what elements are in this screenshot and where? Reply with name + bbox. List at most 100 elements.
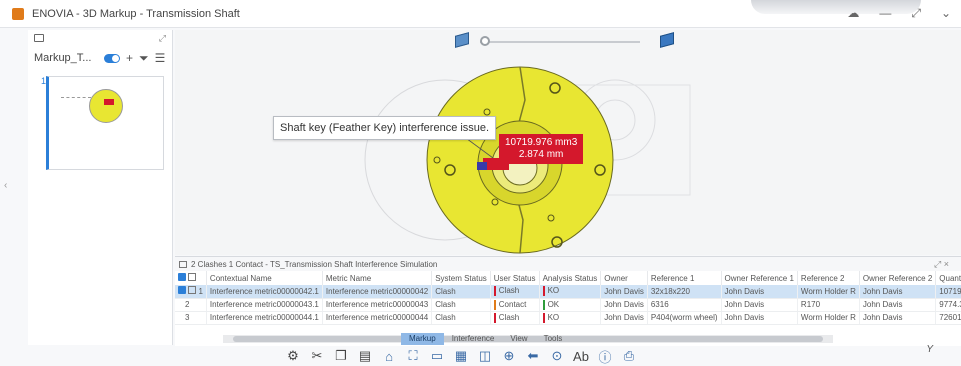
column-header[interactable]: Quantifier: [935, 271, 961, 285]
results-icon: [179, 260, 187, 268]
panel-expand-icon[interactable]: ⤢ ×: [934, 259, 949, 270]
maximize-icon[interactable]: ⤢: [911, 6, 921, 21]
3d-viewport[interactable]: Shaft key (Feather Key) interference iss…: [175, 30, 961, 255]
markup-thumbnail[interactable]: [46, 76, 164, 170]
markup-panel-header: ⤢: [28, 30, 172, 46]
tab-view[interactable]: View: [502, 333, 535, 345]
cell-owner-reference-1: John Davis: [721, 298, 798, 312]
info-icon[interactable]: ⓘ: [595, 347, 615, 365]
row-checkbox[interactable]: [178, 286, 186, 295]
window-title: ENOVIA - 3D Markup - Transmission Shaft: [32, 7, 240, 20]
cell-user-status[interactable]: Clash: [490, 311, 540, 325]
text-annotation-icon[interactable]: Ab: [571, 347, 591, 365]
cell-metric-name: Interference metric00000043: [322, 298, 433, 312]
column-header[interactable]: Reference 2: [797, 271, 860, 285]
select-all-column[interactable]: [175, 271, 207, 285]
cell-analysis-status[interactable]: KO: [539, 311, 602, 325]
panel-icon[interactable]: [34, 34, 44, 42]
column-header[interactable]: Analysis Status: [539, 271, 602, 285]
cell-user-status[interactable]: Clash: [490, 285, 540, 299]
collapse-handle-icon[interactable]: ‹: [4, 180, 7, 191]
menu-icon[interactable]: ☰: [155, 51, 166, 65]
cell-analysis-status[interactable]: OK: [539, 298, 602, 312]
cell-reference-2: Worm Holder R: [797, 285, 860, 299]
tab-tools[interactable]: Tools: [536, 333, 571, 345]
export-icon[interactable]: ⎙: [619, 347, 639, 365]
cell-system-status: Clash: [431, 311, 491, 325]
cell-reference-2: Worm Holder R: [797, 311, 860, 325]
3d-view-icon[interactable]: ◫: [475, 347, 495, 365]
table-row[interactable]: 1 Interference metric00000042.1 Interfer…: [175, 285, 961, 299]
table-row[interactable]: 3 Interference metric00000044.1 Interfer…: [175, 311, 961, 325]
row-index: 3: [185, 313, 190, 322]
measure-volume: 10719.976 mm3: [505, 137, 578, 148]
column-header[interactable]: Metric Name: [322, 271, 433, 285]
status-indicator: [542, 286, 545, 297]
add-icon[interactable]: +: [126, 51, 133, 65]
table-icon[interactable]: ▦: [451, 347, 471, 365]
cell-owner-reference-1: John Davis: [721, 311, 798, 325]
compass-icon[interactable]: ⚙: [283, 347, 303, 365]
filter-icon[interactable]: ⏷: [139, 51, 149, 66]
axis-y-icon: Y: [926, 344, 933, 355]
select-all-checkbox[interactable]: [178, 273, 186, 281]
sectioning-icon[interactable]: ⊙: [547, 347, 567, 365]
markup-panel: ⤢ Markup_T... + ⏷ ☰ 1: [28, 30, 173, 345]
cloud-icon[interactable]: ☁: [847, 6, 859, 21]
cell-contextual-name[interactable]: Interference metric00000043.1: [206, 298, 323, 312]
table-header-row: Contextual Name Metric Name System Statu…: [175, 271, 961, 285]
markup-annotation[interactable]: Shaft key (Feather Key) interference iss…: [273, 116, 497, 140]
row-select-cell[interactable]: 3: [175, 311, 207, 325]
table-row[interactable]: 2 Interference metric00000043.1 Interfer…: [175, 298, 961, 312]
cell-owner-reference-2: John Davis: [859, 298, 937, 312]
column-header[interactable]: Contextual Name: [206, 271, 323, 285]
analysis-status-value: OK: [547, 299, 560, 309]
row-select-cell[interactable]: 2: [175, 298, 207, 312]
status-indicator: [542, 312, 545, 323]
row-index: 1: [198, 287, 203, 297]
column-header[interactable]: System Status: [431, 271, 491, 285]
cell-reference-1: P404(worm wheel): [647, 311, 722, 325]
user-status-value: Clash: [498, 286, 520, 296]
cell-reference-2: R170: [797, 298, 860, 312]
column-header[interactable]: Reference 1: [647, 271, 722, 285]
tab-markup[interactable]: Markup: [401, 333, 444, 345]
cell-owner-reference-2: John Davis: [859, 285, 937, 299]
enovia-logo: [12, 7, 24, 20]
minimize-icon[interactable]: —: [879, 6, 891, 21]
dropdown-icon[interactable]: ⌄: [941, 6, 951, 21]
analysis-status-value: KO: [547, 286, 560, 296]
home-icon[interactable]: ⌂: [379, 347, 399, 365]
cell-user-status[interactable]: Contact: [490, 298, 540, 312]
back-arrow-icon[interactable]: ⬅: [523, 347, 543, 365]
cell-quantifier: 10719.976: [935, 285, 961, 299]
expand-icon[interactable]: ⤢: [159, 33, 166, 44]
cell-analysis-status[interactable]: KO: [539, 285, 602, 299]
results-table: Contextual Name Metric Name System Statu…: [175, 271, 961, 325]
cell-contextual-name[interactable]: Interference metric00000042.1: [206, 285, 323, 299]
user-status-value: Contact: [498, 299, 527, 309]
measure-length: 2.874 mm: [518, 149, 564, 160]
paste-icon[interactable]: ▤: [355, 347, 375, 365]
interference-measure[interactable]: 10719.976 mm3 2.874 mm: [499, 134, 584, 164]
column-header[interactable]: User Status: [490, 271, 540, 285]
visibility-toggle[interactable]: [104, 53, 120, 63]
row-select-cell[interactable]: 1: [175, 285, 207, 299]
column-header[interactable]: Owner Reference 2: [859, 271, 937, 285]
column-header[interactable]: Owner: [600, 271, 648, 285]
copy-icon[interactable]: ❐: [331, 347, 351, 365]
status-indicator: [493, 286, 496, 297]
cell-metric-name: Interference metric00000042: [322, 285, 433, 299]
cell-contextual-name[interactable]: Interference metric00000044.1: [206, 311, 323, 325]
zoom-icon[interactable]: ⊕: [499, 347, 519, 365]
cell-owner-reference-1: John Davis: [721, 285, 798, 299]
cut-icon[interactable]: ✂: [307, 347, 327, 365]
cell-owner-reference-2: John Davis: [859, 311, 937, 325]
fit-all-icon[interactable]: ⛶: [403, 347, 423, 365]
cell-reference-1: 6316: [647, 298, 722, 312]
row-flag-icon: [188, 286, 197, 295]
screen-icon[interactable]: ▭: [427, 347, 447, 365]
tab-interference[interactable]: Interference: [444, 333, 503, 345]
column-header[interactable]: Owner Reference 1: [721, 271, 798, 285]
markup-name[interactable]: Markup_T...: [34, 52, 98, 64]
